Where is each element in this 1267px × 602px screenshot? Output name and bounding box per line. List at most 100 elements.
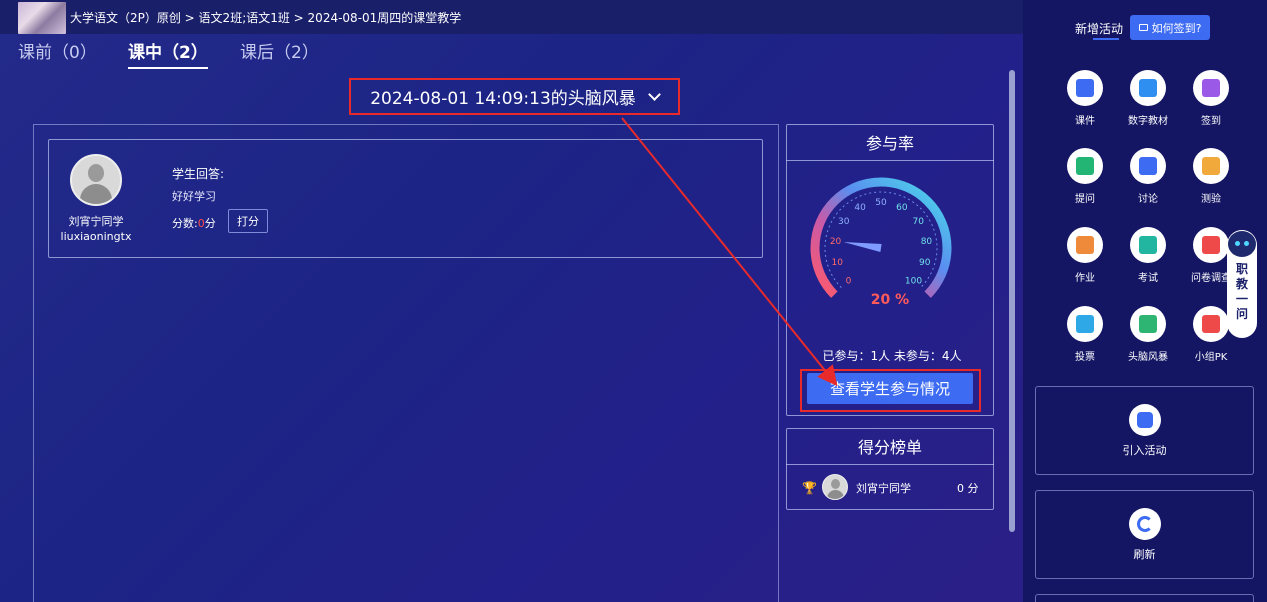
signin-icon — [1202, 79, 1220, 97]
chevron-down-icon — [647, 87, 661, 101]
student-id: liuxiaoningtx — [60, 230, 132, 243]
video-icon — [1138, 24, 1148, 31]
tool-label: 测验 — [1201, 194, 1221, 205]
tool-item[interactable]: 测验 — [1181, 148, 1241, 205]
student-name: 刘宵宁同学 — [68, 215, 124, 228]
signin-help-label: 如何签到? — [1151, 21, 1202, 35]
tool-label: 考试 — [1138, 273, 1158, 284]
rank-score: 0 分 — [957, 482, 979, 495]
tab-after-class[interactable]: 课后（2） — [240, 38, 319, 67]
tool-label: 讨论 — [1138, 194, 1158, 205]
gauge-tick-label: 30 — [838, 217, 850, 227]
tool-label: 签到 — [1201, 116, 1221, 127]
import-label: 引入活动 — [1122, 443, 1167, 457]
assistant-label: 职教一问 — [1235, 262, 1248, 321]
top-bar: 大学语文（2P）原创 > 语文2班;语文1班 > 2024-08-01周四的课堂… — [0, 0, 1023, 34]
main-area: 大学语文（2P）原创 > 语文2班;语文1班 > 2024-08-01周四的课堂… — [0, 0, 1023, 602]
tool-item[interactable]: 头脑风暴 — [1118, 306, 1178, 363]
homework-icon — [1076, 236, 1094, 254]
gauge-tick-label: 10 — [832, 258, 844, 268]
tool-label: 课件 — [1075, 116, 1095, 127]
score-button[interactable]: 打分 — [228, 209, 268, 233]
scrollbar[interactable] — [1009, 70, 1015, 532]
ranking-title: 得分榜单 — [786, 428, 994, 465]
participation-percent: 20 % — [870, 292, 910, 308]
activity-selector[interactable]: 2024-08-01 14:09:13的头脑风暴 — [349, 78, 680, 115]
tool-icon-circle — [1193, 306, 1229, 342]
tab-in-class[interactable]: 课中（2） — [128, 38, 208, 69]
tool-item[interactable]: 签到 — [1181, 70, 1241, 127]
gauge-needle — [843, 242, 882, 252]
robot-icon — [1228, 231, 1256, 257]
gauge-tick-label: 90 — [919, 258, 931, 268]
course-thumbnail — [18, 2, 66, 34]
tool-item[interactable]: 讨论 — [1118, 148, 1178, 205]
tool-label: 作业 — [1075, 273, 1095, 284]
tool-label: 小组PK — [1194, 352, 1228, 363]
tool-icon-circle — [1193, 148, 1229, 184]
gauge-tick-label: 70 — [912, 217, 924, 227]
answer-label: 学生回答: — [172, 167, 225, 181]
survey-icon — [1202, 236, 1220, 254]
tool-item[interactable]: 作业 — [1055, 227, 1115, 284]
participation-title: 参与率 — [786, 124, 994, 161]
gauge-tick-label: 60 — [896, 203, 908, 213]
discussion-icon — [1139, 157, 1157, 175]
refresh-label: 刷新 — [1133, 547, 1156, 561]
vote-icon — [1076, 315, 1094, 333]
tool-icon-circle — [1067, 70, 1103, 106]
tool-item[interactable]: 课件 — [1055, 70, 1115, 127]
answer-card — [48, 139, 763, 258]
score-value: 0 — [197, 217, 205, 230]
import-icon — [1128, 403, 1161, 436]
gauge-tick-label: 0 — [846, 277, 852, 287]
robot-eye-icon — [1244, 241, 1249, 246]
gauge-tick-label: 50 — [875, 198, 887, 208]
tool-label: 数字教材 — [1128, 116, 1168, 127]
quiz-icon — [1202, 157, 1220, 175]
tool-icon-circle — [1067, 227, 1103, 263]
activity-title: 2024-08-01 14:09:13的头脑风暴 — [370, 89, 636, 109]
tool-label: 提问 — [1075, 194, 1095, 205]
courseware-icon — [1076, 79, 1094, 97]
trophy-icon: 🏆 — [802, 481, 817, 495]
question-icon — [1076, 157, 1094, 175]
tab-before-class[interactable]: 课前（0） — [18, 38, 97, 67]
gauge-tick-label: 80 — [921, 237, 933, 247]
tool-icon-circle — [1130, 70, 1166, 106]
import-activity-card[interactable]: 引入活动 — [1035, 386, 1254, 475]
refresh-icon — [1128, 507, 1161, 540]
tool-icon-circle — [1193, 70, 1229, 106]
answer-text: 好好学习 — [172, 190, 216, 203]
breadcrumb: 大学语文（2P）原创 > 语文2班;语文1班 > 2024-08-01周四的课堂… — [70, 11, 462, 25]
view-participation-button[interactable]: 查看学生参与情况 — [807, 373, 973, 404]
tab-new-activity[interactable]: 新增活动 — [1075, 20, 1123, 37]
tool-label: 投票 — [1075, 352, 1095, 363]
tool-icon-circle — [1193, 227, 1229, 263]
avatar — [822, 474, 848, 500]
avatar — [70, 154, 122, 206]
rank-student-name: 刘宵宁同学 — [856, 482, 911, 495]
score-label: 分数: — [172, 217, 198, 230]
participation-stats: 已参与：1人 未参与：4人 — [822, 349, 962, 363]
tool-icon-circle — [1130, 227, 1166, 263]
tool-icon-circle — [1130, 306, 1166, 342]
signin-help-button[interactable]: 如何签到? — [1130, 15, 1210, 40]
refresh-card[interactable]: 刷新 — [1035, 490, 1254, 579]
tab-underline — [1093, 38, 1119, 40]
tool-icon-circle — [1130, 148, 1166, 184]
tool-item[interactable]: 考试 — [1118, 227, 1178, 284]
exam-icon — [1139, 236, 1157, 254]
tool-icon-circle — [1067, 306, 1103, 342]
tool-label: 头脑风暴 — [1128, 352, 1168, 363]
tool-item[interactable]: 数字教材 — [1118, 70, 1178, 127]
score-display: 分数:0分 — [172, 215, 216, 231]
robot-eye-icon — [1235, 241, 1240, 246]
gauge-tick-label: 20 — [830, 237, 842, 247]
digital-textbook-icon — [1139, 79, 1157, 97]
tool-item[interactable]: 提问 — [1055, 148, 1115, 205]
tool-icon-circle — [1067, 148, 1103, 184]
sidebar-card — [1035, 594, 1254, 602]
group-pk-icon — [1202, 315, 1220, 333]
tool-item[interactable]: 投票 — [1055, 306, 1115, 363]
